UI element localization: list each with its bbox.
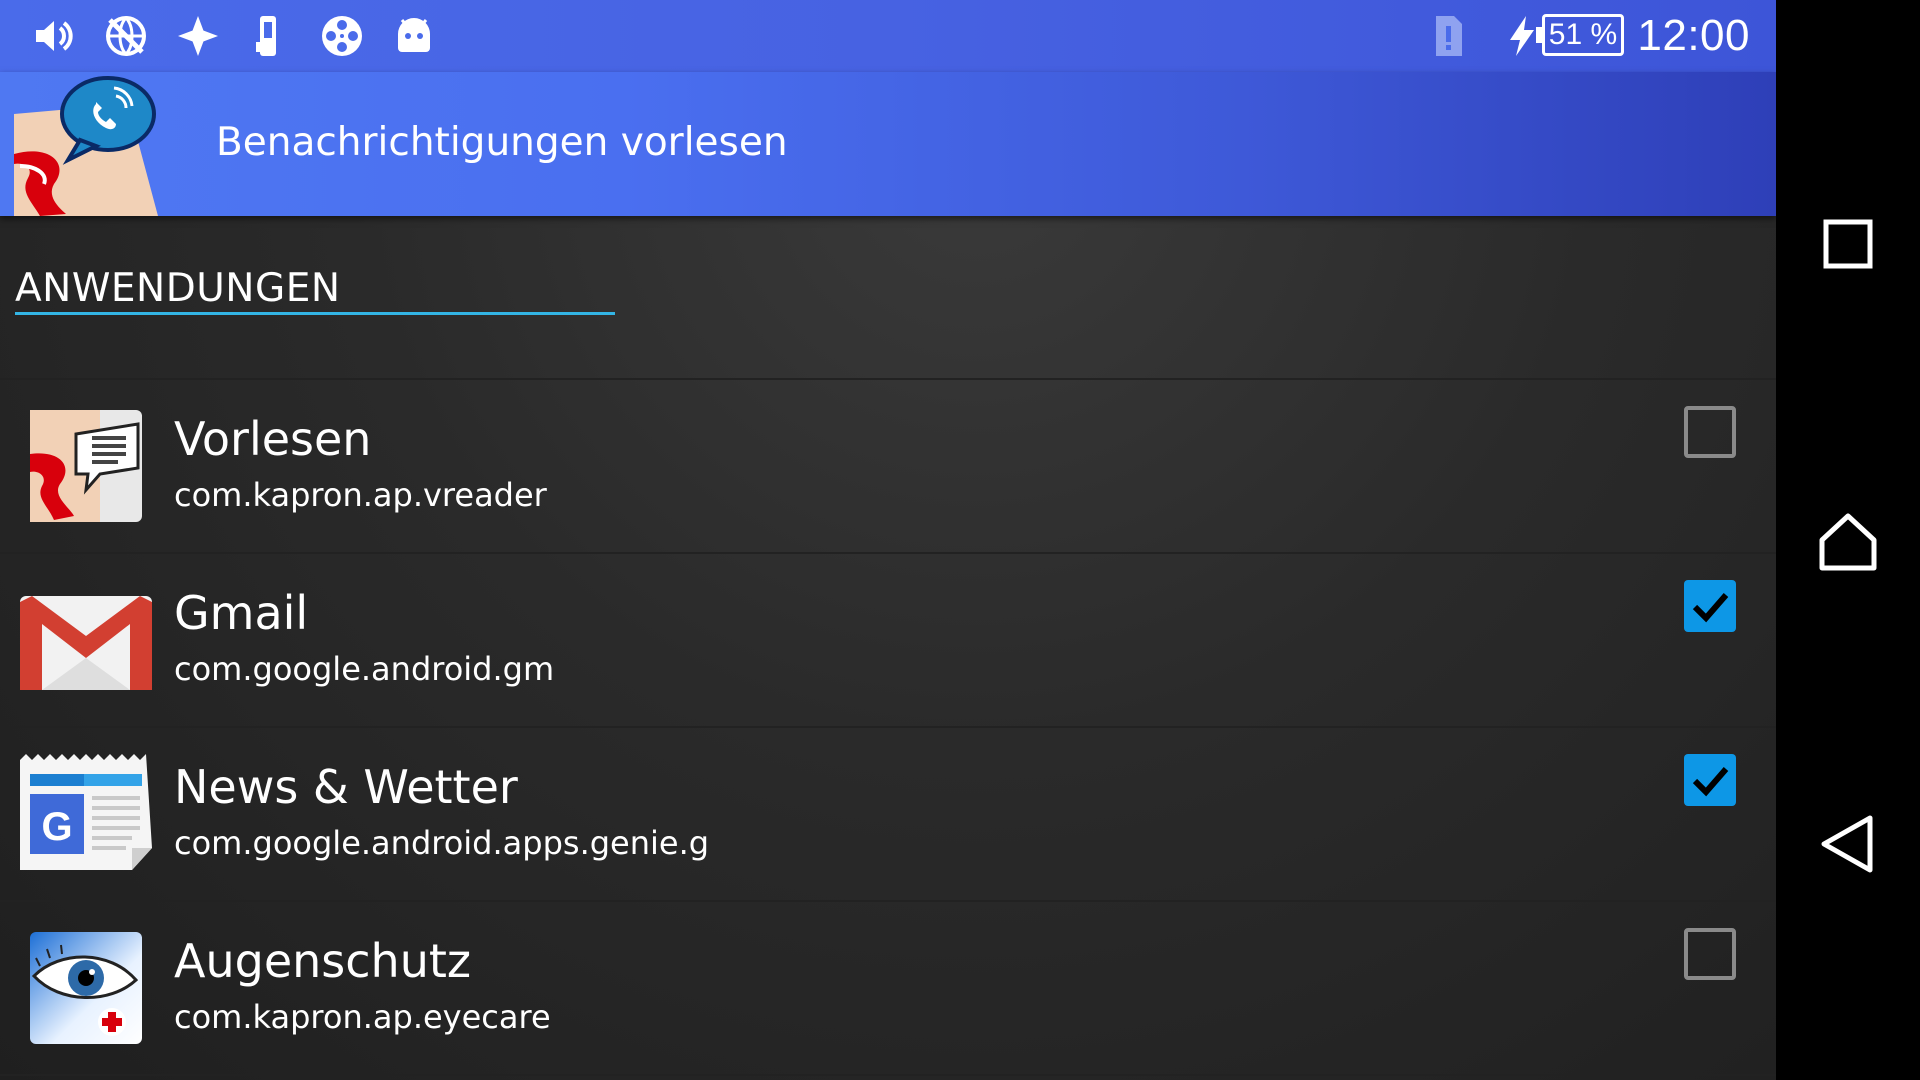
screen: 51 % 12:00 Benachrichtigungen vorlesen A… xyxy=(0,0,1920,1080)
app-name: News & Wetter xyxy=(174,760,518,814)
gmail-app-icon xyxy=(20,578,152,698)
list-item-news-wetter[interactable]: G News & Wetter com.google.android.apps.… xyxy=(0,728,1776,902)
back-icon[interactable] xyxy=(1816,812,1880,876)
battery-level: 51 % xyxy=(1536,14,1624,56)
phone-icon xyxy=(246,12,294,60)
app-name: Gmail xyxy=(174,586,309,640)
app-area: 51 % 12:00 Benachrichtigungen vorlesen A… xyxy=(0,0,1776,1080)
app-logo-icon[interactable] xyxy=(10,74,160,216)
clock: 12:00 xyxy=(1637,11,1750,60)
app-list: Vorlesen com.kapron.ap.vreader Gmail com… xyxy=(0,380,1776,1076)
page-title: Benachrichtigungen vorlesen xyxy=(216,120,788,165)
film-reel-icon xyxy=(318,12,366,60)
app-package: com.kapron.ap.vreader xyxy=(174,476,547,514)
eye-app-icon xyxy=(20,926,152,1046)
app-package: com.kapron.ap.eyecare xyxy=(174,998,551,1036)
navigation-bar xyxy=(1776,0,1920,1080)
enable-checkbox-news-wetter[interactable] xyxy=(1684,754,1736,806)
news-app-icon: G xyxy=(20,752,152,872)
section-title: ANWENDUNGEN xyxy=(15,266,341,311)
volume-icon xyxy=(30,12,78,60)
svg-text:G: G xyxy=(41,805,72,849)
app-package: com.google.android.gm xyxy=(174,650,555,688)
list-item-vorlesen[interactable]: Vorlesen com.kapron.ap.vreader xyxy=(0,380,1776,554)
fan-icon xyxy=(174,12,222,60)
vorlesen-app-icon xyxy=(20,404,152,524)
app-name: Vorlesen xyxy=(174,412,372,466)
enable-checkbox-augenschutz[interactable] xyxy=(1684,928,1736,980)
enable-checkbox-gmail[interactable] xyxy=(1684,580,1736,632)
sim-alert-icon xyxy=(1424,12,1472,60)
enable-checkbox-vorlesen[interactable] xyxy=(1684,406,1736,458)
home-icon[interactable] xyxy=(1816,510,1880,574)
list-item-gmail[interactable]: Gmail com.google.android.gm xyxy=(0,554,1776,728)
recents-icon[interactable] xyxy=(1816,212,1880,276)
status-bar: 51 % 12:00 xyxy=(0,0,1776,72)
app-name: Augenschutz xyxy=(174,934,472,988)
action-bar: Benachrichtigungen vorlesen xyxy=(0,72,1776,216)
network-off-icon xyxy=(102,12,150,60)
list-item-augenschutz[interactable]: Augenschutz com.kapron.ap.eyecare xyxy=(0,902,1776,1076)
app-package: com.google.android.apps.genie.g xyxy=(174,824,710,862)
android-icon xyxy=(390,12,438,60)
section-underline xyxy=(15,312,615,315)
